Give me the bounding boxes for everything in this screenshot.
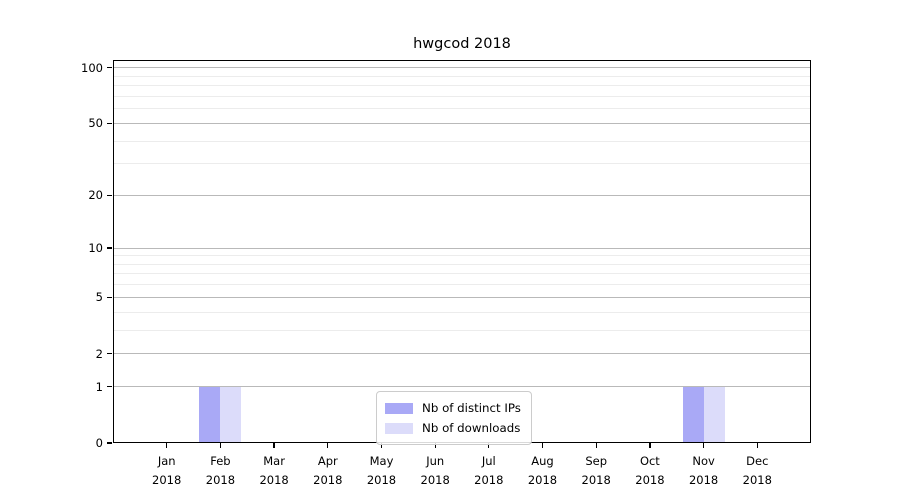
bar-distinct-ips-feb [199, 387, 220, 443]
y-gridline-minor [113, 108, 811, 109]
bar-distinct-ips-nov [683, 387, 704, 443]
bar-downloads-nov [704, 387, 725, 443]
chart-title: hwgcod 2018 [113, 36, 811, 52]
y-tick-label: 1 [53, 379, 103, 395]
x-tick-mark [649, 443, 650, 448]
legend: Nb of distinct IPs Nb of downloads [376, 391, 532, 445]
y-tick-label: 10 [53, 240, 103, 256]
y-gridline-minor [113, 255, 811, 256]
y-gridline-major [113, 248, 811, 249]
y-gridline-major [113, 67, 811, 68]
legend-swatch-distinct-ips [385, 403, 413, 414]
x-tick-mark [757, 443, 758, 448]
legend-item: Nb of downloads [385, 418, 521, 438]
y-gridline-minor [113, 330, 811, 331]
y-tick-label: 5 [53, 289, 103, 305]
x-tick-mark [542, 443, 543, 448]
y-tick-mark [107, 297, 112, 298]
y-tick-mark [107, 442, 112, 443]
y-tick-label: 20 [53, 187, 103, 203]
x-tick-mark [703, 443, 704, 448]
y-gridline-minor [113, 284, 811, 285]
x-tick-mark [273, 443, 274, 448]
y-gridline-minor [113, 85, 811, 86]
y-gridline-minor [113, 163, 811, 164]
legend-swatch-downloads [385, 423, 413, 434]
y-gridline-major [113, 195, 811, 196]
y-tick-mark [107, 386, 112, 387]
x-tick-mark [327, 443, 328, 448]
y-tick-label: 2 [53, 346, 103, 362]
x-tick-mark [166, 443, 167, 448]
y-tick-mark [107, 67, 112, 68]
y-gridline-minor [113, 312, 811, 313]
y-tick-mark [107, 123, 112, 124]
legend-item: Nb of distinct IPs [385, 398, 521, 418]
y-tick-label: 50 [53, 115, 103, 131]
x-tick-label: Dec 2018 [725, 452, 789, 490]
y-gridline-minor [113, 141, 811, 142]
figure: hwgcod 2018 0125102050100Jan 2018Feb 201… [0, 0, 900, 500]
legend-label: Nb of downloads [422, 421, 520, 435]
x-tick-mark [220, 443, 221, 448]
y-tick-mark [107, 353, 112, 354]
bar-downloads-feb [220, 387, 241, 443]
y-tick-label: 0 [53, 435, 103, 451]
y-tick-mark [107, 247, 112, 248]
y-gridline-minor [113, 96, 811, 97]
y-tick-label: 100 [53, 60, 103, 76]
y-gridline-minor [113, 76, 811, 77]
y-gridline-minor [113, 273, 811, 274]
plot-area: 0125102050100Jan 2018Feb 2018Mar 2018Apr… [113, 60, 811, 443]
y-gridline-minor [113, 264, 811, 265]
y-gridline-major [113, 297, 811, 298]
y-tick-mark [107, 195, 112, 196]
legend-label: Nb of distinct IPs [422, 401, 521, 415]
x-tick-mark [596, 443, 597, 448]
y-gridline-major [113, 353, 811, 354]
y-gridline-major [113, 123, 811, 124]
